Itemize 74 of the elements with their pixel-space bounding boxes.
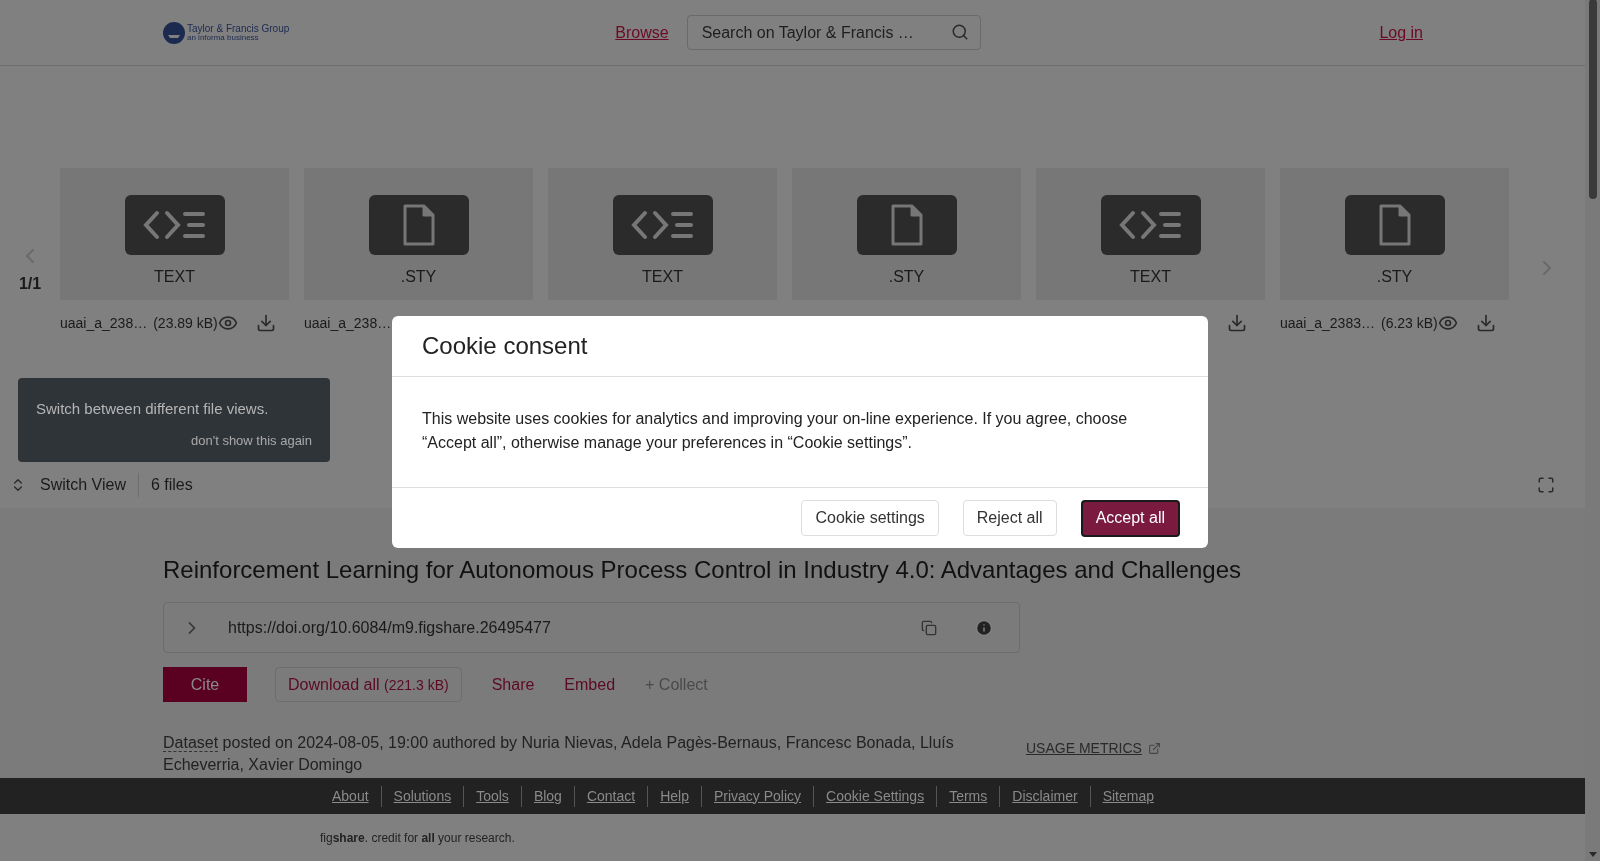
dialog-title: Cookie consent (392, 316, 1208, 377)
file-name[interactable]: uaai_a_238… (304, 312, 392, 334)
search-field[interactable]: Search on Taylor & Francis … (686, 15, 981, 50)
file-name[interactable]: uaai_a_2383… (1280, 312, 1375, 334)
file-type-label: .STY (888, 267, 925, 287)
logo[interactable]: Taylor & Francis Group an informa business (163, 21, 290, 44)
footer-link[interactable]: Help (647, 785, 701, 807)
footer-link[interactable]: Contact (573, 785, 648, 807)
footer-link[interactable]: Blog (520, 785, 574, 807)
file-preview-tile[interactable]: .STY (304, 168, 533, 300)
file-size: (6.23 kB) (1381, 313, 1438, 333)
scrollbar[interactable] (1585, 0, 1600, 861)
dismiss-link[interactable]: don't show this again (191, 430, 312, 450)
download-icon[interactable] (1227, 313, 1247, 333)
dialog-message: This website uses cookies for analytics and improving your on-line experience. If you agree, choose “Accept all”, otherwise manage your preferences in “Cookie settings”. (392, 377, 1208, 488)
file-type-label: TEXT (1130, 267, 1171, 287)
cite-button[interactable]: Cite (163, 667, 247, 702)
file-preview-tile[interactable]: TEXT (548, 168, 777, 300)
file-count: 6 files (150, 475, 193, 495)
file-type-label: .STY (400, 267, 437, 287)
download-all-button[interactable]: Download all (221.3 kB) (275, 667, 462, 702)
file-preview-tile[interactable]: TEXT (60, 168, 289, 300)
login-link[interactable]: Log in (1379, 20, 1423, 45)
download-icon[interactable] (1475, 313, 1496, 333)
file-icon (1377, 203, 1412, 247)
preview-icon[interactable] (217, 313, 238, 333)
browse-link[interactable]: Browse (615, 20, 669, 45)
dialog-button[interactable]: Accept all (1080, 499, 1180, 537)
credit-text: figshare. credit for all your research. (320, 829, 515, 847)
preview-icon[interactable] (1437, 313, 1458, 333)
scroll-down-icon[interactable] (1588, 852, 1597, 857)
posted-info: Dataset posted on 2024-08-05, 19:00 authored by Nuria Nievas, Adela Pagès-Bernaus, Francesc Bonada, Lluís Echeverria, Xavier Domingo (163, 733, 955, 775)
footer-link[interactable]: Privacy Policy (700, 785, 814, 807)
file-type-label: TEXT (154, 267, 195, 287)
file-type-label: TEXT (642, 267, 683, 287)
footer-link[interactable]: Solutions (380, 785, 464, 807)
file-preview-tile[interactable]: .STY (1280, 168, 1509, 300)
logo-emblem-icon (163, 21, 185, 44)
tooltip-text: Switch between different file views. (36, 399, 270, 419)
search-icon[interactable] (950, 23, 969, 41)
file-icon (401, 203, 436, 247)
file-size: (23.89 kB) (153, 313, 218, 333)
file-preview-tile[interactable]: .STY (792, 168, 1021, 300)
fullscreen-icon[interactable] (1537, 476, 1555, 494)
footer-link[interactable]: Terms (936, 785, 1000, 807)
dataset-link[interactable]: Dataset (163, 734, 219, 752)
dialog-button[interactable]: Cookie settings (801, 500, 939, 536)
switch-view-button[interactable]: Switch View (40, 473, 139, 497)
download-icon[interactable] (255, 313, 276, 333)
embed-button[interactable]: Embed (564, 672, 616, 697)
footer-link[interactable]: Sitemap (1089, 785, 1166, 807)
external-link-icon (1147, 742, 1161, 755)
code-icon (630, 208, 695, 242)
page-counter: 1/1 (18, 274, 42, 294)
file-preview-tile[interactable]: TEXT (1036, 168, 1265, 300)
copy-icon[interactable] (921, 619, 937, 636)
info-icon[interactable] (975, 618, 993, 637)
footer-link[interactable]: Disclaimer (999, 785, 1090, 807)
footer-link[interactable]: About (320, 785, 381, 807)
code-icon (142, 208, 207, 242)
doi-link[interactable]: https://doi.org/10.6084/m9.figshare.26495477 (228, 615, 551, 640)
file-name[interactable]: uaai_a_238… (60, 312, 148, 334)
logo-tagline: an informa business (187, 33, 260, 42)
footer-link[interactable]: Cookie Settings (813, 785, 937, 807)
file-icon (889, 203, 924, 247)
file-type-label: .STY (1376, 267, 1413, 287)
item-title: Reinforcement Learning for Autonomous Process Control in Industry 4.0: Advantages and Challenges (163, 555, 1242, 585)
dialog-button[interactable]: Reject all (962, 500, 1057, 536)
logo-name: Taylor & Francis Group (187, 23, 290, 34)
scrollbar-thumb[interactable] (1588, 0, 1597, 199)
code-icon (1118, 208, 1183, 242)
footer-link[interactable]: Tools (463, 785, 521, 807)
usage-metrics-link[interactable]: USAGE METRICS (1026, 738, 1161, 759)
share-button[interactable]: Share (491, 672, 535, 697)
